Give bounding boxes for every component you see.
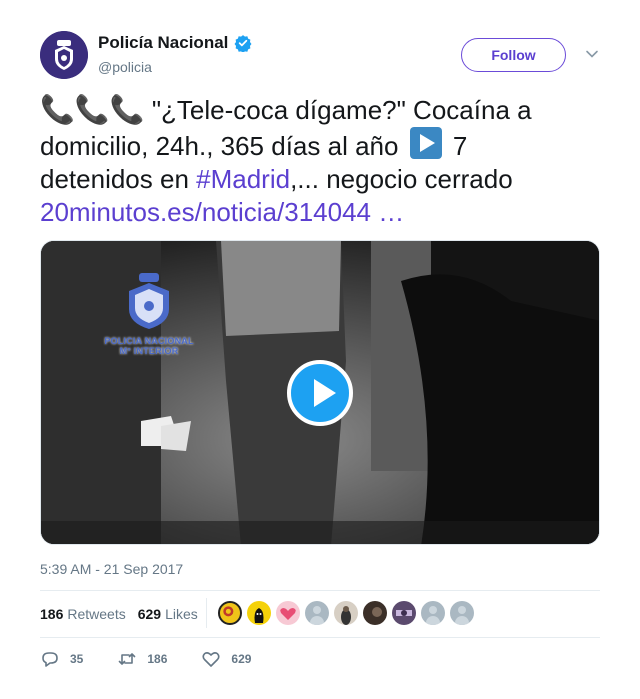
like-button[interactable]: 629 <box>201 649 251 669</box>
retweets-count[interactable]: 186 <box>40 606 63 622</box>
police-badge-icon <box>40 31 88 79</box>
article-link[interactable]: 20minutos.es/noticia/314044 … <box>40 197 404 227</box>
stats-separator <box>206 598 207 628</box>
divider <box>40 590 600 591</box>
tweet-text-line-3a: detenidos en <box>40 164 197 194</box>
tweet-stats: 186 Retweets 629 Likes <box>40 600 210 628</box>
play-button-emoji-icon <box>409 127 442 159</box>
retweets-label[interactable]: Retweets <box>67 606 125 622</box>
reply-icon <box>42 652 58 667</box>
retweet-count: 186 <box>147 652 168 666</box>
liker-avatar[interactable] <box>392 601 416 625</box>
play-button[interactable] <box>287 360 353 426</box>
display-name[interactable]: Policía Nacional <box>98 33 228 53</box>
reply-count: 35 <box>70 652 84 666</box>
watermark-text-1: POLICIA NACIONAL <box>104 336 194 346</box>
likes-count[interactable]: 629 <box>138 606 161 622</box>
tweet-text: 📞📞📞 "¿Tele-coca dígame?" Cocaína a domic… <box>40 93 600 229</box>
liker-avatar[interactable] <box>305 601 329 625</box>
liker-avatar[interactable] <box>450 601 474 625</box>
like-count: 629 <box>231 652 252 666</box>
tweet-text-line-2a: domicilio, 24h., 365 días al año <box>40 131 406 161</box>
tweet-text-line-1: "¿Tele-coca dígame?" Cocaína a <box>144 95 532 125</box>
retweet-button[interactable]: 186 <box>117 649 167 669</box>
liker-avatars <box>218 601 479 625</box>
tweet-text-line-2b: 7 <box>445 131 468 161</box>
telephone-emoji: 📞📞📞 <box>40 94 145 125</box>
liker-avatar[interactable] <box>247 601 271 625</box>
liker-avatar[interactable] <box>363 601 387 625</box>
heart-icon <box>202 652 220 667</box>
watermark: POLICIA NACIONAL M° INTERIOR <box>99 271 199 356</box>
video-player[interactable]: POLICIA NACIONAL M° INTERIOR <box>40 240 600 545</box>
likes-label[interactable]: Likes <box>165 606 198 622</box>
liker-avatar[interactable] <box>421 601 445 625</box>
chevron-down-icon[interactable] <box>585 47 599 61</box>
watermark-text-2: M° INTERIOR <box>119 346 179 356</box>
divider <box>40 637 600 638</box>
liker-avatar[interactable] <box>276 601 300 625</box>
handle[interactable]: @policia <box>98 59 152 75</box>
author-name-row[interactable]: Policía Nacional <box>98 33 252 53</box>
avatar[interactable] <box>40 31 88 79</box>
reply-button[interactable]: 35 <box>40 649 83 669</box>
follow-button[interactable]: Follow <box>461 38 566 72</box>
liker-avatar[interactable] <box>334 601 358 625</box>
hashtag-link[interactable]: #Madrid <box>196 164 290 194</box>
liker-avatar[interactable] <box>218 601 242 625</box>
retweet-icon <box>119 653 136 665</box>
tweet-timestamp[interactable]: 5:39 AM - 21 Sep 2017 <box>40 561 183 577</box>
tweet-actions: 35 186 629 <box>40 649 277 669</box>
tweet-text-line-3b: ,... negocio cerrado <box>290 164 513 194</box>
verified-badge-icon <box>234 35 252 52</box>
police-shield-watermark-icon <box>129 273 169 329</box>
